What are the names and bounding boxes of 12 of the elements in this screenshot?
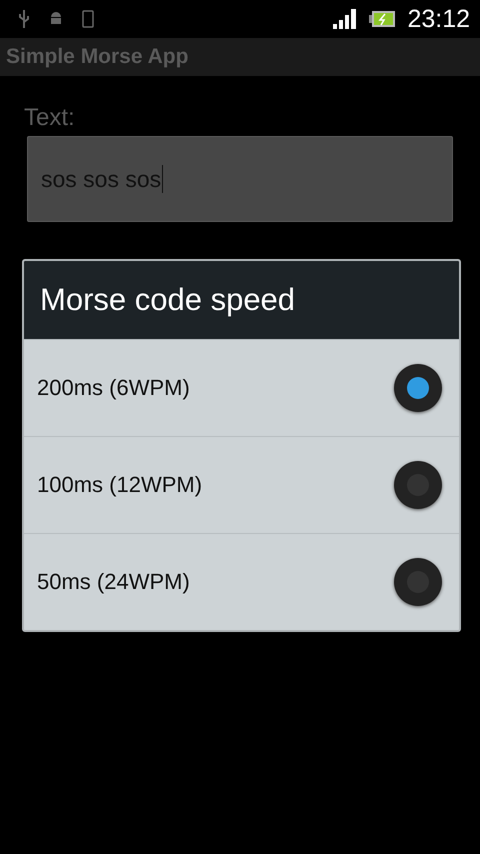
- radio-button[interactable]: [394, 364, 442, 412]
- app-title: Simple Morse App: [6, 45, 188, 69]
- radio-button[interactable]: [394, 461, 442, 509]
- phone-icon: [82, 10, 94, 28]
- dialog-title: Morse code speed: [24, 261, 459, 339]
- signal-icon: [333, 9, 358, 29]
- usb-icon: [18, 10, 30, 28]
- speed-option[interactable]: 50ms (24WPM): [24, 533, 459, 630]
- battery-icon: [369, 11, 396, 27]
- radio-button[interactable]: [394, 558, 442, 606]
- status-time: 23:12: [407, 4, 470, 34]
- text-label: Text:: [24, 104, 76, 132]
